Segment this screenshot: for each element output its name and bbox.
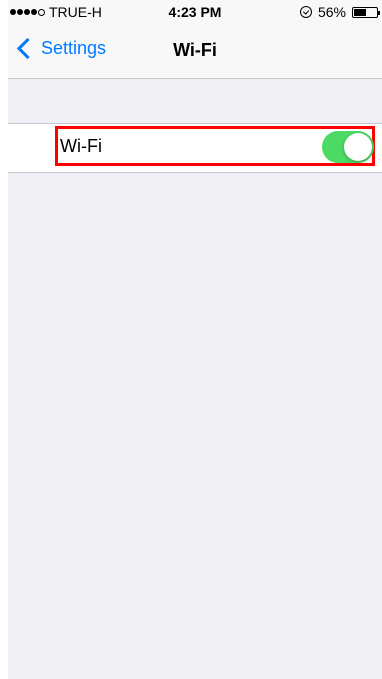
status-right: 56% [299,4,380,20]
battery-percent: 56% [317,4,346,20]
battery-icon [352,6,380,18]
wifi-toggle-switch[interactable] [322,131,374,163]
wifi-label: Wi-Fi [60,136,102,156]
navigation-bar: Settings Wi-Fi [8,24,382,78]
rotation-lock-icon [299,6,312,18]
status-bar: TRUE-H 4:23 PM 56% [8,0,382,24]
settings-screen: TRUE-H 4:23 PM 56% Settings Wi-Fi Wi-Fi [8,0,382,679]
wifi-toggle-row[interactable]: Wi-Fi [8,123,382,173]
top-bar: TRUE-H 4:23 PM 56% Settings Wi-Fi [8,0,382,79]
page-title: Wi-Fi [173,40,217,60]
toggle-knob [344,133,372,161]
battery-fill [354,8,366,16]
